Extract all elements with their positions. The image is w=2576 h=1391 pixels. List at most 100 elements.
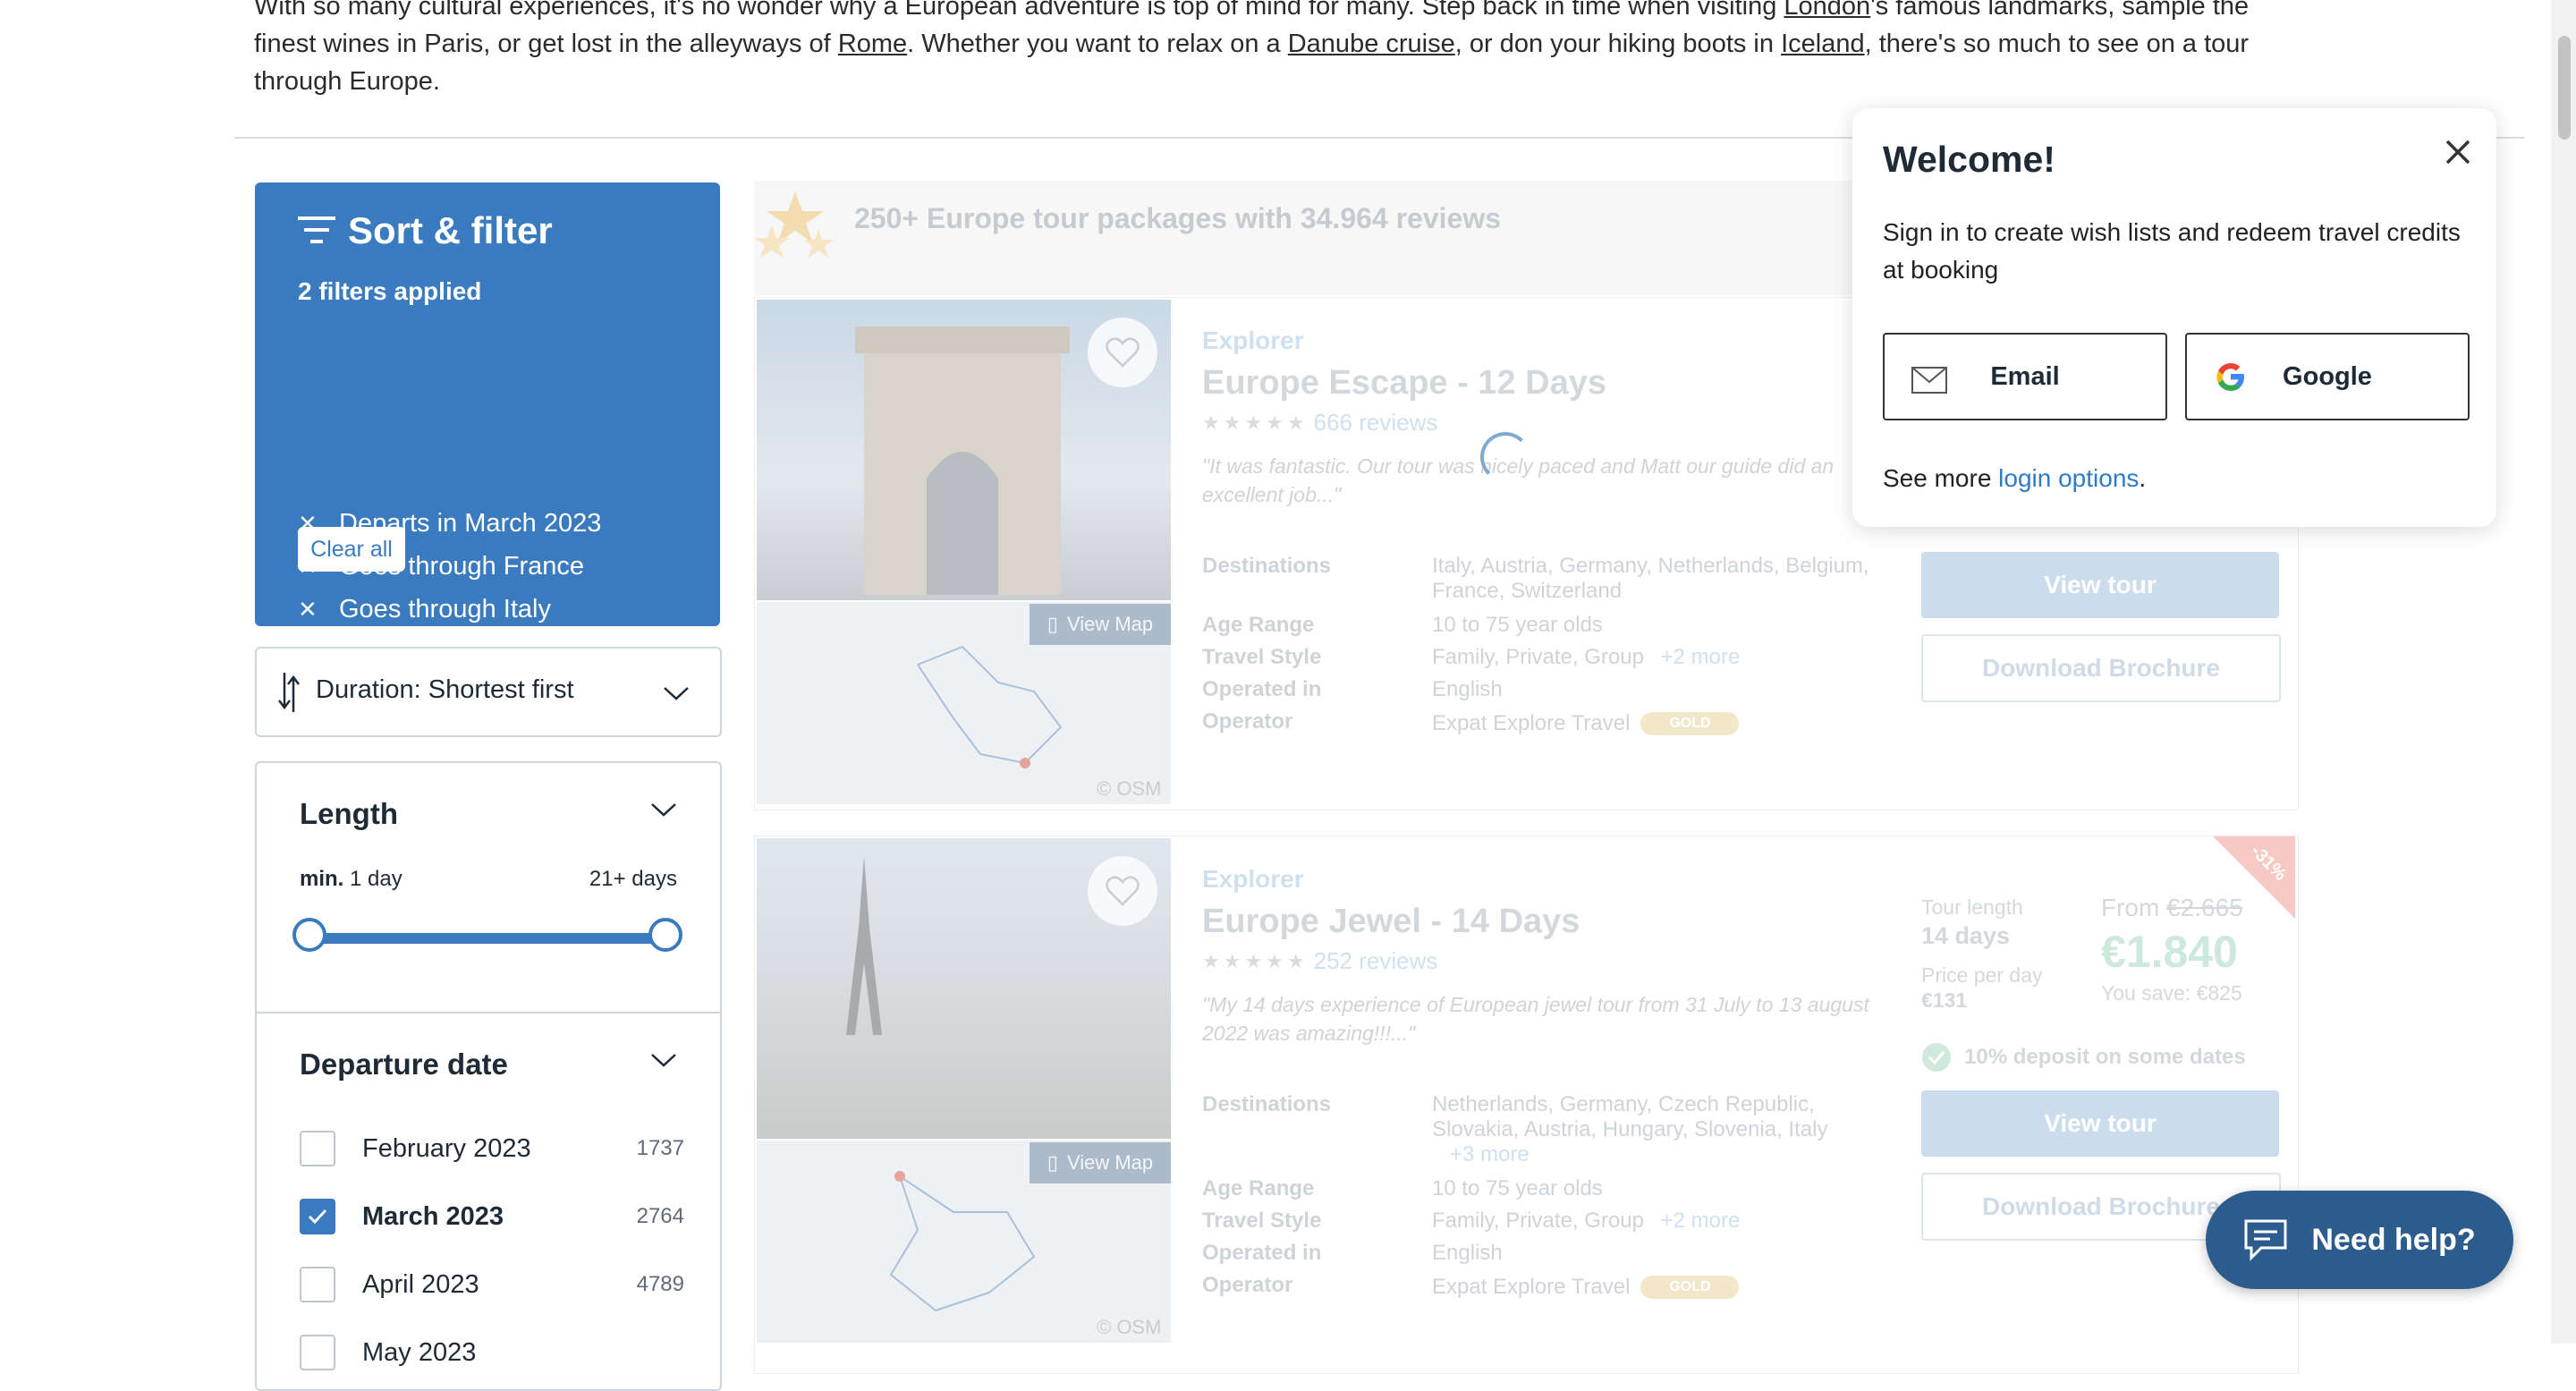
scrollbar-track[interactable] [2551,0,2576,1344]
destinations-label: Destinations [1202,554,1332,578]
deposit-note: 10% deposit on some dates [1921,1042,2246,1073]
length-title: Length [300,797,398,830]
welcome-popup: Welcome! Sign in to create wish lists an… [1852,108,2496,527]
deposit-text: 10% deposit on some dates [1964,1045,2246,1069]
length-slider-max-handle[interactable] [648,918,682,952]
route-map[interactable]: ▯ View Map © OSM [757,1141,1171,1343]
google-g-icon [2216,363,2244,391]
month-label: March 2023 [362,1201,504,1231]
login-options-link[interactable]: login options [1998,464,2139,492]
rating-row: ★★★★★ 666 reviews [1202,409,1437,437]
google-login-label: Google [2283,361,2372,391]
more-login-options: See more login options. [1883,464,2146,493]
arc-de-triomphe-illustration [855,327,1070,595]
operator-name: Expat Explore Travel [1432,1275,1631,1299]
link-rome[interactable]: Rome [838,30,907,58]
checkbox[interactable] [300,1131,335,1166]
need-help-button[interactable]: Need help? [2206,1191,2513,1289]
operated-in-value: English [1432,1241,1503,1265]
applied-filter-chip[interactable]: ✕ Goes through Italy [298,588,551,631]
osm-credit: © OSM [1097,1316,1162,1338]
from-label: From [2101,894,2160,921]
tour-title[interactable]: Europe Escape - 12 Days [1202,364,1606,403]
download-brochure-button[interactable]: Download Brochure [1921,634,2281,702]
rating-stars-icon: ★★★★★ [1202,411,1309,434]
route-map-line [917,645,1063,768]
google-login-button[interactable]: Google [2185,333,2470,420]
savings-text: You save: €825 [2101,981,2242,1005]
need-help-label: Need help? [2311,1222,2476,1257]
travel-style-text: Family, Private, Group [1432,645,1644,669]
more-destinations-link[interactable]: +3 more [1450,1142,1530,1166]
chevron-down-icon [664,687,689,700]
rating-stars-icon: ★★★★★ [1202,949,1309,972]
route-map[interactable]: ▯ View Map © OSM [757,602,1171,804]
operated-in-label: Operated in [1202,1241,1322,1265]
month-option[interactable]: March 2023 2764 [300,1197,684,1236]
reviews-link[interactable]: 666 reviews [1314,409,1438,437]
wishlist-heart-icon[interactable] [1088,318,1157,387]
tour-card[interactable]: ▯ View Map © OSM Explorer Europe Jewel - … [754,835,2299,1374]
checkbox[interactable] [300,1267,335,1302]
review-quote: "It was fantastic. Our tour was nicely p… [1202,454,1835,506]
wishlist-heart-icon[interactable] [1088,856,1157,926]
tour-image[interactable] [757,300,1171,600]
gold-badge: GOLD [1640,1276,1740,1299]
month-option[interactable]: May 2023 [300,1333,684,1372]
clear-all-button[interactable]: Clear all [298,527,405,572]
month-option[interactable]: April 2023 4789 [300,1265,684,1304]
remove-filter-icon[interactable]: ✕ [298,596,318,623]
checkbox[interactable] [300,1335,335,1370]
popup-description: Sign in to create wish lists and redeem … [1883,218,2461,284]
month-label: April 2023 [362,1269,479,1299]
link-iceland[interactable]: Iceland [1781,30,1865,58]
tour-image[interactable] [757,838,1171,1139]
osm-credit: © OSM [1097,777,1162,800]
chevron-down-icon[interactable] [650,801,677,818]
travel-style-value: Family, Private, Group +2 more [1432,1209,1740,1234]
operator-value: Expat Explore Travel GOLD [1432,711,1740,736]
chevron-down-icon[interactable] [650,1051,677,1069]
tour-title[interactable]: Europe Jewel - 14 Days [1202,903,1580,941]
more-styles-link[interactable]: +2 more [1661,645,1741,669]
intro-text: With so many cultural experiences, it's … [254,0,1784,21]
checkbox-checked[interactable] [300,1199,335,1234]
month-count: 2764 [636,1204,684,1228]
age-range-value: 10 to 75 year olds [1432,1176,1603,1200]
link-danube-cruise[interactable]: Danube cruise [1288,30,1455,58]
sort-filter-panel: Sort & filter 2 filters applied ✕ Departs… [255,182,720,666]
checkmark-icon [308,1209,327,1225]
length-slider-min-handle[interactable] [292,918,326,952]
filters-applied-count: 2 filters applied [298,277,482,305]
check-circle-icon [1922,1043,1951,1072]
view-tour-button[interactable]: View tour [1921,1090,2279,1157]
view-map-button[interactable]: ▯ View Map [1030,604,1171,645]
min-prefix: min. [300,867,344,891]
length-slider-track[interactable] [312,933,668,944]
month-label: February 2023 [362,1133,531,1163]
sort-dropdown[interactable]: Duration: Shortest first [255,647,722,737]
route-map-line [889,1171,1036,1312]
email-login-button[interactable]: Email [1883,333,2167,420]
month-option[interactable]: February 2023 1737 [300,1129,684,1168]
close-icon[interactable] [2437,131,2479,173]
popup-title: Welcome! [1883,139,2055,180]
view-tour-button[interactable]: View tour [1921,552,2279,618]
operator-label: Operator [1202,709,1293,734]
eiffel-tower-illustration [846,856,882,1035]
link-london[interactable]: London [1784,0,1870,21]
scrollbar-thumb[interactable] [2558,36,2571,140]
more-styles-link[interactable]: +2 more [1661,1209,1741,1233]
operator-value: Expat Explore Travel GOLD [1432,1275,1740,1300]
reviews-link[interactable]: 252 reviews [1314,947,1438,975]
facet-panel: Length min. 1 day 21+ days Departure dat… [255,761,722,1391]
view-map-label: View Map [1066,613,1154,635]
sort-arrows-icon [278,673,300,712]
length-max-label: 21+ days [589,867,677,891]
review-quote: "My 14 days experience of European jewel… [1202,993,1869,1045]
view-map-button[interactable]: ▯ View Map [1030,1142,1171,1183]
travel-style-value: Family, Private, Group +2 more [1432,645,1740,670]
results-title: 250+ Europe tour packages with 34.964 re… [854,202,1502,234]
operated-in-value: English [1432,677,1503,701]
travel-style-text: Family, Private, Group [1432,1209,1644,1233]
